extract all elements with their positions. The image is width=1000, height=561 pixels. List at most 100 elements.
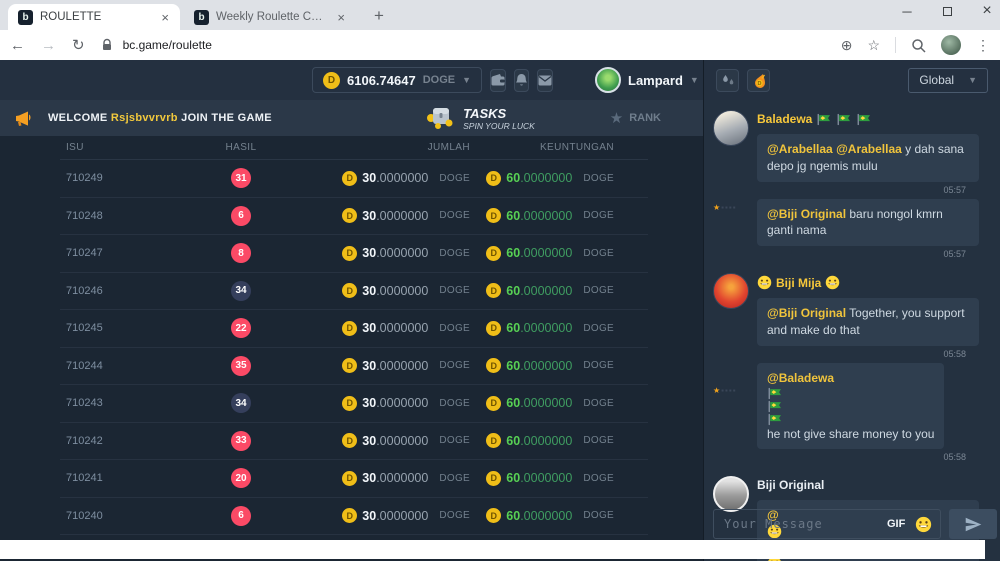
issue-id: 710242 xyxy=(60,435,196,447)
tab-strip: b ROULETTE × b Weekly Roulette Challenge… xyxy=(0,0,1000,30)
wallet-button[interactable] xyxy=(490,69,506,92)
bet-amount: D30.0000000DOGE xyxy=(342,208,476,223)
chat-input-box[interactable]: GIF xyxy=(713,509,941,539)
issue-id: 710248 xyxy=(60,210,196,222)
user-mention[interactable]: @Biji Original xyxy=(767,207,846,221)
doge-coin-icon: D xyxy=(486,396,501,411)
browser-window: b ROULETTE × b Weekly Roulette Challenge… xyxy=(0,0,1000,561)
rank-star-icon: ★ xyxy=(610,109,623,127)
result-badge: 34 xyxy=(231,281,251,301)
bet-amount: D30.0000000DOGE xyxy=(342,321,476,336)
plus-circle-icon[interactable]: ⊕ xyxy=(841,37,853,54)
header-amount: JUMLAH xyxy=(286,142,476,153)
chat-message[interactable]: @Biji Original baru nongol kmrn ganti na… xyxy=(757,199,992,247)
doge-coin-icon: D xyxy=(486,283,501,298)
table-row[interactable]: 71024233D30.0000000DOGED60.0000000DOGE xyxy=(60,423,648,461)
messages-button[interactable] xyxy=(537,69,553,92)
notifications-button[interactable] xyxy=(514,69,529,92)
emoji-picker-button[interactable] xyxy=(915,516,932,533)
table-row[interactable]: 71024120D30.0000000DOGED60.0000000DOGE xyxy=(60,460,648,498)
maximize-button[interactable] xyxy=(940,4,954,19)
tab-title: Weekly Roulette Challenge - Win xyxy=(216,11,328,23)
tasks-subtitle: SPIN YOUR LUCK xyxy=(463,121,535,131)
user-menu[interactable]: Lampard ▼ xyxy=(595,67,699,93)
rain-drops-icon xyxy=(721,74,735,87)
coin-drop-button[interactable]: D xyxy=(747,69,770,92)
user-mention[interactable]: @Arabellaa xyxy=(767,142,833,156)
result-badge: 6 xyxy=(231,206,251,226)
browser-menu-icon[interactable]: ⋮ xyxy=(976,37,990,54)
page-bottom-whitespace xyxy=(0,540,985,559)
tasks-title: TASKS xyxy=(463,106,535,121)
chat-username[interactable]: Baladewa xyxy=(757,112,992,126)
doge-coin-icon: D xyxy=(323,72,340,89)
table-row[interactable]: 71024435D30.0000000DOGED60.0000000DOGE xyxy=(60,348,648,386)
flag-emoji-icon xyxy=(836,113,852,126)
message-timestamp: 05:57 xyxy=(943,185,966,195)
tab-roulette[interactable]: b ROULETTE × xyxy=(8,4,180,30)
chat-messages[interactable]: Baladewa @Arabellaa @Arabellaa y dah san… xyxy=(704,100,1000,561)
doge-coin-icon: D xyxy=(342,208,357,223)
search-icon[interactable] xyxy=(911,38,926,53)
gif-button[interactable]: GIF xyxy=(887,518,905,530)
rain-button[interactable] xyxy=(716,69,739,92)
table-row[interactable]: 7102478D30.0000000DOGED60.0000000DOGE xyxy=(60,235,648,273)
address-bar[interactable]: bc.game/roulette xyxy=(101,38,841,52)
user-mention[interactable]: @Arabellaa xyxy=(836,142,902,156)
doge-coin-icon: D xyxy=(342,283,357,298)
send-plane-icon xyxy=(965,517,982,532)
doge-coin-icon: D xyxy=(486,508,501,523)
send-message-button[interactable] xyxy=(949,509,997,539)
back-icon[interactable]: ← xyxy=(10,37,25,54)
doge-coin-icon: D xyxy=(342,433,357,448)
doge-coin-icon: D xyxy=(342,171,357,186)
url-text: bc.game/roulette xyxy=(123,38,212,52)
header-result: HASIL xyxy=(196,142,286,153)
minimize-button[interactable]: ─ xyxy=(900,4,914,19)
table-row[interactable]: 7102486D30.0000000DOGED60.0000000DOGE xyxy=(60,198,648,236)
user-mention[interactable]: @Baladewa xyxy=(767,371,834,385)
chevron-down-icon: ▼ xyxy=(462,75,471,85)
chat-message[interactable]: @Arabellaa @Arabellaa y dah sana depo jg… xyxy=(757,134,992,182)
chat-room-selector[interactable]: Global ▼ xyxy=(908,68,988,93)
close-tab-icon[interactable]: × xyxy=(158,10,172,25)
bookmark-star-icon[interactable]: ☆ xyxy=(867,37,880,54)
rank-shortcut[interactable]: ★ RANK xyxy=(610,109,661,127)
message-timestamp: 05:57 xyxy=(943,249,966,259)
chat-avatar[interactable] xyxy=(713,476,749,512)
forward-icon[interactable]: → xyxy=(41,37,56,54)
tasks-shortcut[interactable]: TASKS SPIN YOUR LUCK xyxy=(425,105,535,131)
table-row[interactable]: 71024522D30.0000000DOGED60.0000000DOGE xyxy=(60,310,648,348)
user-mention[interactable]: @Biji Original xyxy=(767,306,846,320)
doge-coin-icon: D xyxy=(342,321,357,336)
chat-message[interactable]: @Biji Original Together, you support and… xyxy=(757,298,992,346)
doge-coin-icon: D xyxy=(342,471,357,486)
chat-message[interactable]: @Baladewa he not give share money to you… xyxy=(757,363,992,450)
doge-coin-icon: D xyxy=(486,246,501,261)
chat-username[interactable]: Biji Mija xyxy=(757,275,992,290)
table-row[interactable]: 71024931D30.0000000DOGED60.0000000DOGE xyxy=(60,160,648,198)
chat-message-input[interactable] xyxy=(714,517,887,531)
new-tab-button[interactable]: + xyxy=(366,6,392,26)
profit-amount: D60.0000000DOGE xyxy=(486,471,648,486)
close-tab-icon[interactable]: × xyxy=(334,10,348,25)
message-bubble: @Biji Original baru nongol kmrn ganti na… xyxy=(757,199,979,247)
bet-amount: D30.0000000DOGE xyxy=(342,246,476,261)
message-timestamp: 05:58 xyxy=(943,452,966,462)
result-badge: 22 xyxy=(231,318,251,338)
doge-coin-icon: D xyxy=(342,358,357,373)
close-window-button[interactable]: × xyxy=(980,2,994,20)
table-row[interactable]: 71024334D30.0000000DOGED60.0000000DOGE xyxy=(60,385,648,423)
tab-weekly-challenge[interactable]: b Weekly Roulette Challenge - Win × xyxy=(184,4,356,30)
browser-profile-avatar[interactable] xyxy=(941,35,961,55)
balance-selector[interactable]: D 6106.74647 DOGE ▼ xyxy=(312,67,482,93)
doge-coin-icon: D xyxy=(486,321,501,336)
refresh-icon[interactable]: ↻ xyxy=(72,36,85,54)
chat-avatar[interactable] xyxy=(713,110,749,146)
table-row[interactable]: 71024634D30.0000000DOGED60.0000000DOGE xyxy=(60,273,648,311)
chevron-down-icon: ▼ xyxy=(968,75,977,85)
chat-avatar[interactable] xyxy=(713,273,749,309)
table-row[interactable]: 7102406D30.0000000DOGED60.0000000DOGE xyxy=(60,498,648,536)
issue-id: 710243 xyxy=(60,397,196,409)
chat-username[interactable]: Biji Original xyxy=(757,478,992,492)
